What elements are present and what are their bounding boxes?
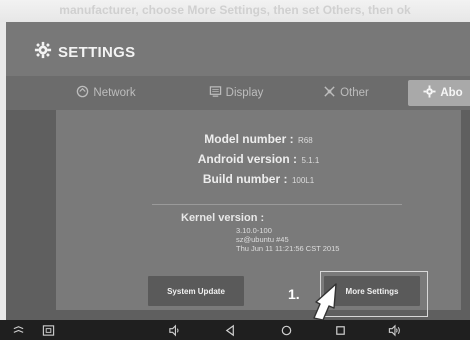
about-icon bbox=[423, 85, 436, 101]
photo-caption-text: manufacturer, choose More Settings, then… bbox=[0, 0, 470, 22]
settings-title: SETTINGS bbox=[34, 40, 135, 64]
build-number-label: Build number : bbox=[202, 172, 288, 186]
kernel-line: Thu Jun 11 11:21:56 CST 2015 bbox=[236, 244, 340, 253]
kernel-version-block: Kernel version : 3.10.0-100 sz@ubuntu #4… bbox=[181, 212, 339, 253]
model-number-value: R68 bbox=[298, 136, 313, 145]
android-version-label: Android version : bbox=[197, 152, 298, 166]
back-icon[interactable] bbox=[224, 323, 237, 337]
tab-other[interactable]: Other bbox=[296, 80, 396, 106]
kernel-line: sz@ubuntu #45 bbox=[236, 235, 289, 244]
tab-about[interactable]: Abo bbox=[408, 80, 470, 106]
tab-network[interactable]: Network bbox=[56, 80, 156, 106]
step-number-label: 1. bbox=[288, 286, 300, 302]
android-navigation-bar bbox=[0, 320, 470, 340]
build-number-row: Build number : 100L1 bbox=[56, 170, 461, 188]
tab-network-label: Network bbox=[93, 87, 136, 99]
other-icon bbox=[323, 85, 336, 101]
kernel-line: 3.10.0-100 bbox=[236, 226, 272, 235]
recents-icon[interactable] bbox=[334, 323, 347, 337]
tab-about-label: Abo bbox=[440, 87, 463, 99]
display-icon bbox=[209, 85, 222, 101]
system-update-button[interactable]: System Update bbox=[148, 276, 244, 306]
hand-pointer-icon bbox=[313, 283, 337, 321]
volume-up-icon[interactable] bbox=[388, 323, 401, 337]
settings-title-text: SETTINGS bbox=[58, 43, 136, 61]
expand-icon[interactable] bbox=[12, 323, 25, 337]
model-number-label: Model number : bbox=[204, 132, 294, 146]
screenshot-icon[interactable] bbox=[42, 323, 55, 337]
panel-divider bbox=[152, 204, 402, 205]
volume-down-icon[interactable] bbox=[168, 323, 181, 337]
settings-header: SETTINGS bbox=[6, 22, 470, 77]
settings-tabs: Network Display Other Abo bbox=[6, 76, 470, 110]
network-icon bbox=[76, 85, 89, 101]
tab-display-label: Display bbox=[225, 87, 264, 99]
gear-icon bbox=[34, 41, 52, 63]
tab-display[interactable]: Display bbox=[186, 80, 286, 106]
android-version-value: 5.1.1 bbox=[301, 156, 320, 165]
build-number-value: 100L1 bbox=[291, 176, 315, 185]
model-number-row: Model number : R68 bbox=[56, 130, 461, 148]
home-icon[interactable] bbox=[280, 323, 293, 337]
kernel-version-label: Kernel version : bbox=[181, 212, 265, 224]
tab-other-label: Other bbox=[340, 87, 369, 99]
android-version-row: Android version : 5.1.1 bbox=[56, 150, 461, 168]
